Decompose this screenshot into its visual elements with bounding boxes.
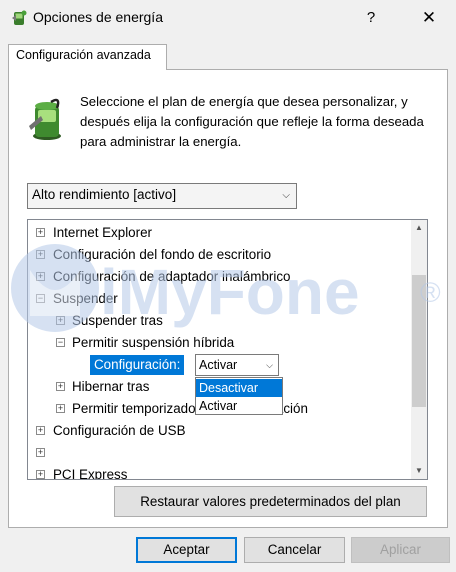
setting-label: Configuración: <box>90 355 185 375</box>
tree-list: + Internet Explorer + Configuración del … <box>28 220 411 479</box>
scrollbar-thumb[interactable] <box>412 275 426 407</box>
tree-scrollbar[interactable]: ▲ ▼ <box>411 220 427 479</box>
dropdown-option-activate[interactable]: Activar <box>196 397 282 415</box>
power-plan-value: Alto rendimiento [activo] <box>32 187 177 202</box>
power-plan-select[interactable]: Alto rendimiento [activo] ⌵ <box>27 183 297 209</box>
restore-defaults-button[interactable]: Restaurar valores predeterminados del pl… <box>114 486 427 517</box>
expand-icon[interactable]: + <box>36 426 45 435</box>
tree-item-label: Suspender <box>53 291 118 306</box>
setting-select[interactable]: Activar ⌵ <box>195 354 279 376</box>
tree-item-label: Permitir suspensión híbrida <box>72 335 235 350</box>
description-text: Seleccione el plan de energía que desea … <box>80 94 424 149</box>
scroll-up-icon[interactable]: ▲ <box>411 220 427 236</box>
tree-item-label: Configuración de adaptador inalámbrico <box>53 269 291 284</box>
tree-item-label: PCI Express <box>53 467 128 479</box>
tree-item-label: Suspender tras <box>72 313 163 328</box>
expand-icon[interactable]: + <box>56 382 65 391</box>
tab-advanced-settings[interactable]: Configuración avanzada <box>8 44 167 70</box>
expand-icon[interactable]: + <box>36 272 45 281</box>
setting-value: Activar <box>199 358 238 372</box>
cancel-button[interactable]: Cancelar <box>244 537 345 563</box>
power-options-icon <box>10 9 28 27</box>
title-bar: Opciones de energía ? ✕ <box>0 0 456 36</box>
setting-dropdown-list: Desactivar Activar <box>195 377 283 415</box>
expand-icon[interactable]: + <box>36 470 45 479</box>
tree-item-label: Configuración de USB <box>53 423 186 438</box>
dropdown-option-deactivate[interactable]: Desactivar <box>196 379 282 397</box>
apply-button[interactable]: Aplicar <box>351 537 450 563</box>
tree-item-label: Configuración del fondo de escritorio <box>53 247 272 262</box>
expand-icon[interactable]: + <box>36 448 45 457</box>
expand-icon[interactable]: + <box>56 316 65 325</box>
collapse-icon[interactable]: − <box>56 338 65 347</box>
tree-item-label: Hibernar tras <box>72 379 150 394</box>
expand-icon[interactable]: + <box>36 250 45 259</box>
close-button[interactable]: ✕ <box>414 4 444 32</box>
tree-item-label: Internet Explorer <box>53 225 152 240</box>
chevron-down-icon: ⌵ <box>282 190 290 201</box>
collapse-icon[interactable]: − <box>36 294 45 303</box>
expand-icon[interactable]: + <box>36 228 45 237</box>
expand-icon[interactable]: + <box>56 404 65 413</box>
battery-icon <box>27 96 67 142</box>
help-button[interactable]: ? <box>357 4 385 32</box>
chevron-down-icon: ⌵ <box>266 360 273 370</box>
ok-button[interactable]: Aceptar <box>136 537 237 563</box>
settings-tree[interactable]: + Internet Explorer + Configuración del … <box>27 219 428 480</box>
scroll-down-icon[interactable]: ▼ <box>411 463 427 479</box>
window-title: Opciones de energía <box>33 9 163 25</box>
